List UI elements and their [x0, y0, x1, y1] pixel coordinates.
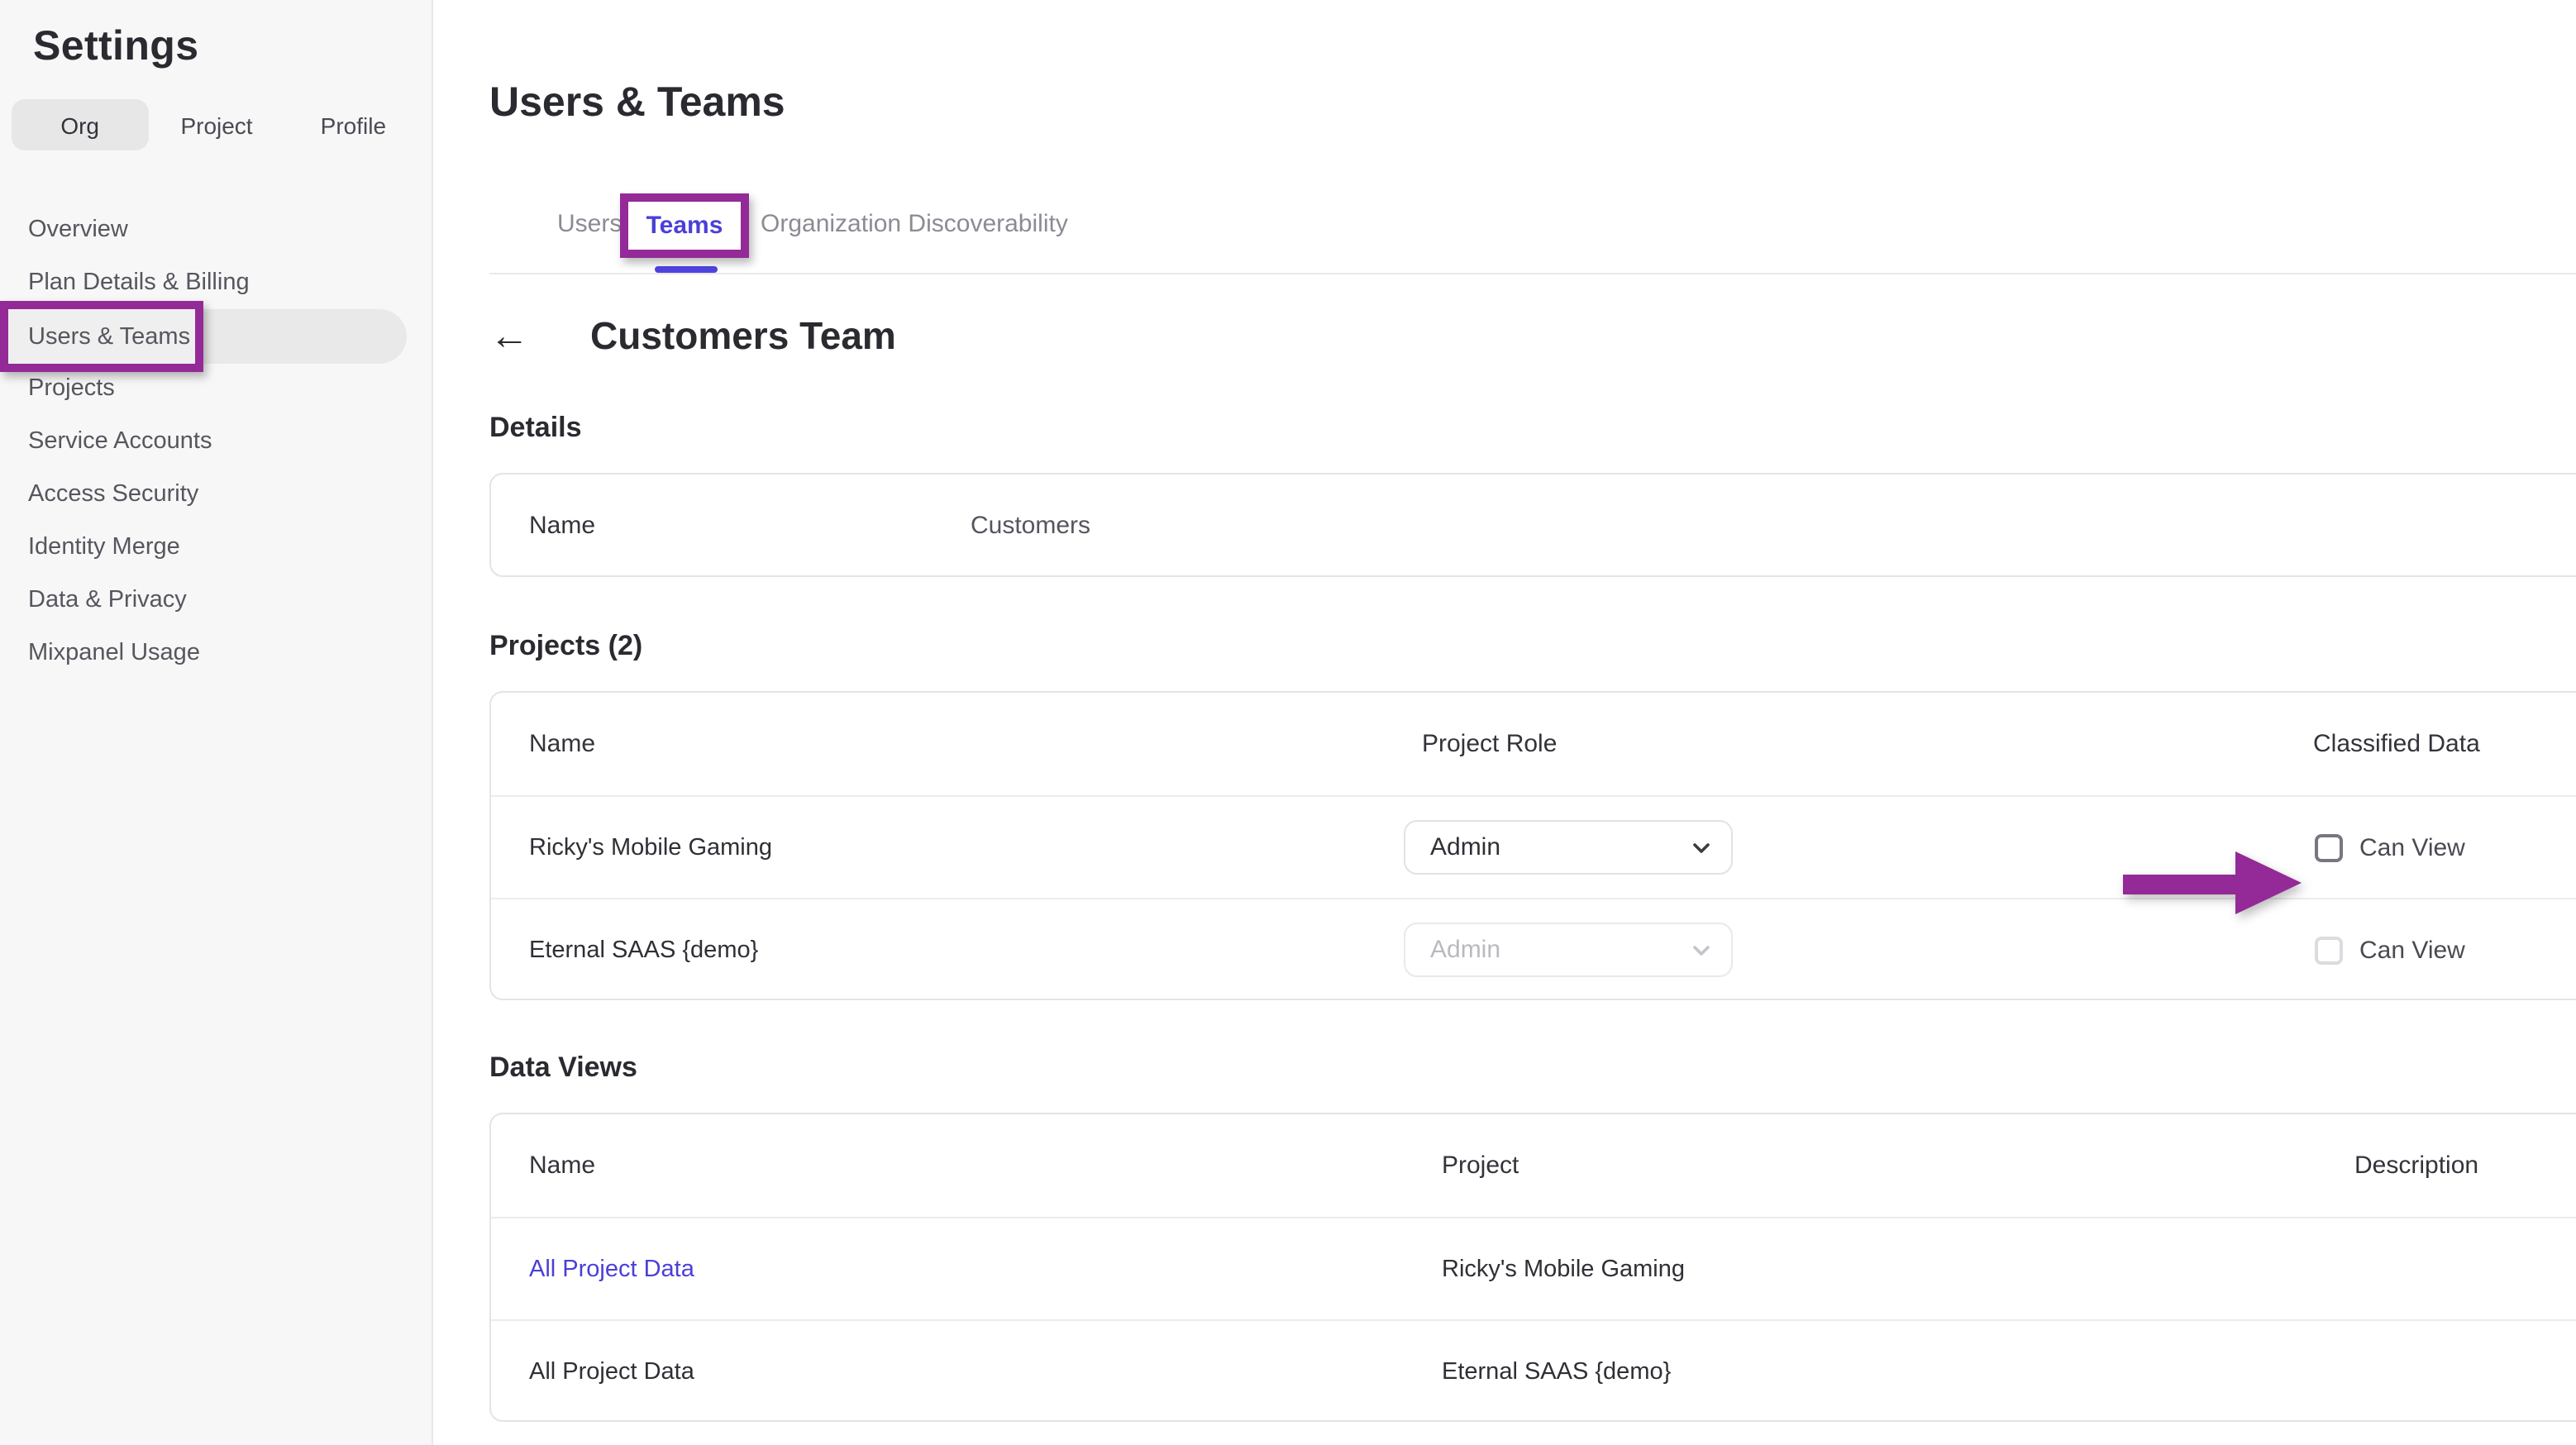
- sidebar-item-service-accounts[interactable]: Service Accounts: [0, 415, 433, 468]
- project-row-rickys: Ricky's Mobile Gaming Admin Can View: [491, 795, 2576, 898]
- details-card: Name Customers: [489, 473, 2576, 577]
- sidebar-title: Settings: [33, 23, 198, 71]
- project-name: Eternal SAAS {demo}: [529, 937, 758, 963]
- tab-project[interactable]: Project: [148, 99, 284, 150]
- can-view-label: Can View: [2359, 936, 2465, 964]
- settings-page: Settings Org Project Profile Overview Pl…: [0, 0, 2576, 1445]
- chevron-down-icon: [1691, 837, 1711, 857]
- settings-scope-switcher: Org Project Profile: [12, 99, 422, 150]
- details-heading: Details: [489, 412, 582, 445]
- projects-heading: Projects (2): [489, 630, 642, 663]
- col-classified-data: Classified Data: [2313, 730, 2480, 758]
- data-views-header-row: Name Project Description: [491, 1114, 2576, 1217]
- tab-org[interactable]: Org: [12, 99, 148, 150]
- data-view-row: All Project Data Eternal SAAS {demo}: [491, 1319, 2576, 1422]
- project-row-eternal: Eternal SAAS {demo} Admin Can View: [491, 898, 2576, 1000]
- sidebar-nav: Overview Plan Details & Billing Users & …: [0, 203, 433, 680]
- data-view-link[interactable]: All Project Data: [529, 1256, 694, 1282]
- data-view-name: All Project Data: [529, 1358, 694, 1385]
- project-role-dropdown[interactable]: Admin: [1404, 820, 1733, 875]
- sidebar-item-users-teams[interactable]: Users & Teams: [0, 309, 433, 362]
- tab-organization-discoverability[interactable]: Organization Discoverability: [761, 210, 1068, 238]
- col-project: Project: [1442, 1152, 1519, 1180]
- tabs-divider: [489, 273, 2576, 274]
- col-description: Description: [2354, 1152, 2478, 1180]
- data-view-row: All Project Data Ricky's Mobile Gaming: [491, 1217, 2576, 1319]
- annotation-box-teams-tab: Teams: [620, 193, 749, 258]
- classified-data-control: Can View: [2315, 833, 2465, 861]
- sidebar: Settings Org Project Profile Overview Pl…: [0, 0, 433, 1445]
- sidebar-item-identity-merge[interactable]: Identity Merge: [0, 521, 433, 574]
- can-view-label: Can View: [2359, 833, 2465, 861]
- sidebar-item-access-security[interactable]: Access Security: [0, 468, 433, 521]
- team-header: ← Customers Team: [489, 314, 896, 359]
- page-title: Users & Teams: [489, 79, 785, 127]
- data-view-project: Eternal SAAS {demo}: [1442, 1358, 1671, 1385]
- active-tab-indicator: [655, 266, 718, 273]
- sidebar-item-data-privacy[interactable]: Data & Privacy: [0, 574, 433, 627]
- data-views-table: Name Project Description All Project Dat…: [489, 1113, 2576, 1422]
- sidebar-item-mixpanel-usage[interactable]: Mixpanel Usage: [0, 627, 433, 680]
- can-view-checkbox[interactable]: [2315, 833, 2343, 861]
- can-view-checkbox-disabled: [2315, 936, 2343, 964]
- tab-teams[interactable]: Teams: [646, 212, 723, 240]
- projects-header-row: Name Project Role Classified Data: [491, 693, 2576, 795]
- data-view-project: Ricky's Mobile Gaming: [1442, 1256, 1685, 1282]
- details-name-label: Name: [529, 512, 595, 540]
- data-views-heading: Data Views: [489, 1052, 637, 1085]
- tab-profile[interactable]: Profile: [285, 99, 422, 150]
- projects-table: Name Project Role Classified Data Ricky'…: [489, 691, 2576, 1000]
- details-name-value: Customers: [971, 512, 1090, 540]
- back-arrow-icon[interactable]: ←: [489, 317, 529, 356]
- col-name: Name: [529, 1152, 595, 1180]
- project-name: Ricky's Mobile Gaming: [529, 834, 772, 861]
- classified-data-control: Can View: [2315, 936, 2465, 964]
- tab-users[interactable]: Users: [557, 210, 622, 238]
- sidebar-item-overview[interactable]: Overview: [0, 203, 433, 256]
- details-row: Name Customers: [491, 475, 2576, 577]
- team-title: Customers Team: [590, 314, 896, 359]
- annotation-box-users-teams: Users & Teams: [0, 301, 203, 372]
- project-role-dropdown-disabled: Admin: [1404, 923, 1733, 977]
- col-name: Name: [529, 730, 595, 758]
- chevron-down-icon: [1691, 940, 1711, 960]
- col-project-role: Project Role: [1422, 730, 1557, 758]
